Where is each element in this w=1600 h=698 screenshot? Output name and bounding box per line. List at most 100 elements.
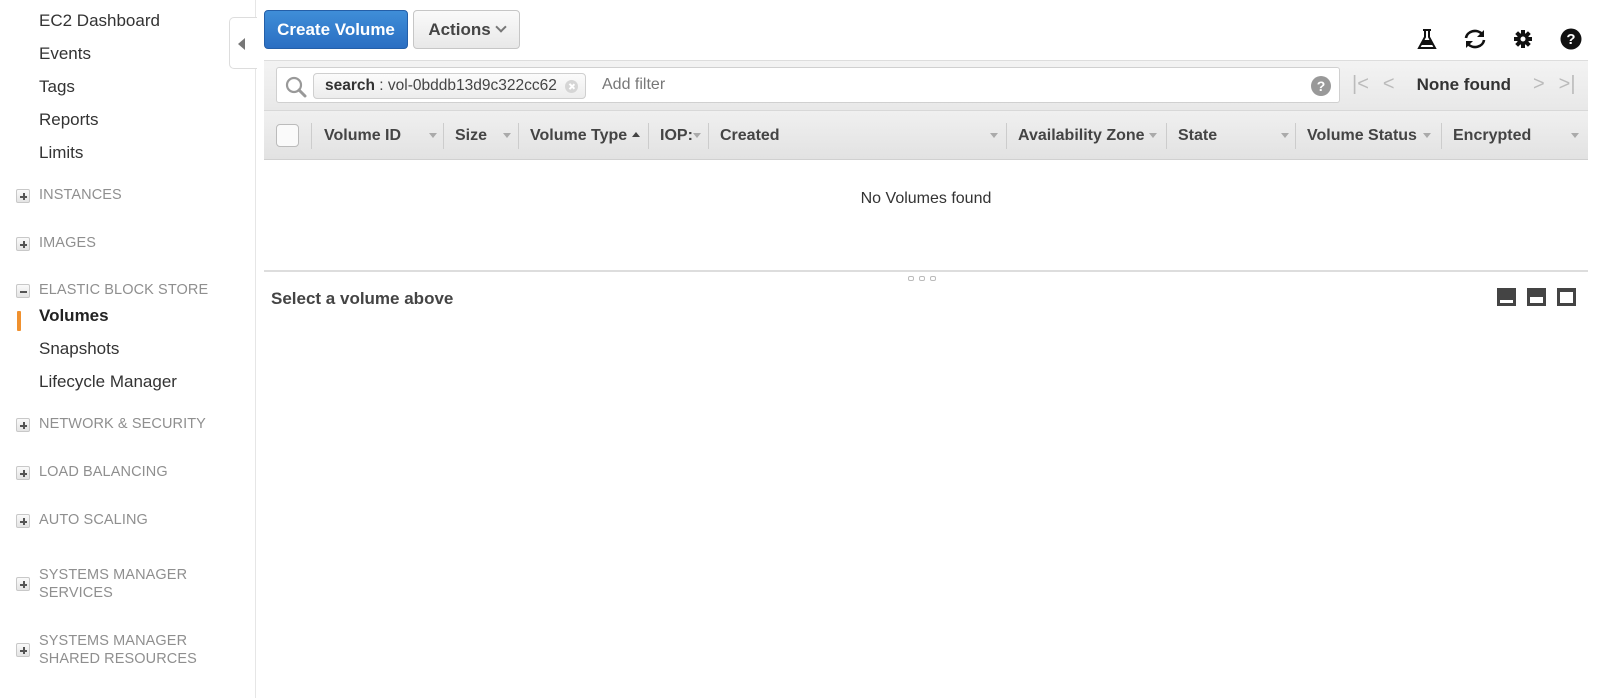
column-divider — [1441, 123, 1442, 149]
resize-handle[interactable] — [908, 276, 936, 281]
collapse-sidebar-button[interactable] — [229, 17, 257, 69]
column-encrypted[interactable]: Encrypted — [1441, 111, 1588, 161]
sort-icon — [429, 133, 437, 138]
active-indicator — [17, 311, 21, 331]
gear-icon[interactable] — [1510, 26, 1536, 52]
sort-icon — [693, 133, 701, 138]
sidebar-section-elastic-block-store[interactable]: ELASTIC BLOCK STORE — [16, 281, 208, 299]
section-label: NETWORK & SECURITY — [39, 416, 206, 432]
sidebar-item-ec2-dashboard[interactable]: EC2 Dashboard — [39, 11, 160, 31]
add-filter-input[interactable] — [602, 68, 1292, 102]
svg-text:?: ? — [1566, 31, 1575, 48]
pagination: |< < None found > >| — [1352, 73, 1576, 96]
expand-icon — [16, 466, 30, 480]
filter-help-icon[interactable]: ? — [1311, 76, 1331, 96]
column-volume-status[interactable]: Volume Status — [1295, 111, 1441, 161]
sidebar-section-load-balancing[interactable]: LOAD BALANCING — [16, 463, 168, 481]
chevron-down-icon — [495, 21, 507, 33]
expand-icon — [16, 189, 30, 203]
column-created[interactable]: Created — [708, 111, 1006, 161]
sidebar-section-systems-manager-services[interactable]: SYSTEMS MANAGER SERVICES — [16, 566, 216, 602]
column-divider — [648, 123, 649, 149]
column-label: Created — [720, 127, 780, 144]
expand-icon — [16, 577, 30, 591]
first-page-icon[interactable]: |< — [1352, 73, 1369, 96]
column-label: State — [1178, 127, 1218, 144]
sort-icon — [1571, 133, 1579, 138]
column-divider — [311, 123, 312, 149]
last-page-icon[interactable]: >| — [1559, 73, 1576, 96]
column-label: Encrypted — [1453, 127, 1532, 144]
column-divider — [518, 123, 519, 149]
flask-icon[interactable] — [1414, 26, 1440, 52]
refresh-icon[interactable] — [1462, 26, 1488, 52]
sort-icon — [1149, 133, 1157, 138]
select-all-checkbox[interactable] — [276, 124, 299, 147]
column-label: Volume Type — [530, 127, 628, 144]
column-label: Availability Zone — [1018, 127, 1145, 144]
sort-ascending-icon — [632, 132, 640, 137]
toolbar-icons: ? — [1414, 26, 1584, 52]
sort-icon — [1423, 133, 1431, 138]
column-divider — [1006, 123, 1007, 149]
sort-icon — [503, 133, 511, 138]
column-divider — [443, 123, 444, 149]
sort-icon — [990, 133, 998, 138]
section-label: ELASTIC BLOCK STORE — [39, 282, 209, 298]
collapse-icon — [16, 284, 30, 298]
section-label: LOAD BALANCING — [39, 464, 168, 480]
sort-icon — [1281, 133, 1289, 138]
sidebar-section-auto-scaling[interactable]: AUTO SCALING — [16, 511, 148, 529]
sidebar-item-events[interactable]: Events — [39, 44, 91, 64]
sidebar-item-tags[interactable]: Tags — [39, 77, 75, 97]
search-filter-token[interactable]: search : vol-0bddb13d9c322cc62 — [313, 73, 586, 99]
table-header: Volume ID Size Volume Type IOP: Created … — [264, 110, 1588, 160]
sidebar-section-images[interactable]: IMAGES — [16, 234, 96, 252]
sidebar-item-reports[interactable]: Reports — [39, 110, 99, 130]
column-state[interactable]: State — [1166, 111, 1295, 161]
expand-icon — [16, 643, 30, 657]
token-key: search — [325, 77, 375, 94]
sidebar-section-instances[interactable]: INSTANCES — [16, 186, 122, 204]
expand-icon — [16, 237, 30, 251]
column-volume-type[interactable]: Volume Type — [518, 111, 648, 161]
column-divider — [1166, 123, 1167, 149]
section-label: SYSTEMS MANAGER SHARED RESOURCES — [39, 633, 197, 667]
token-separator: : — [374, 77, 388, 94]
column-size[interactable]: Size — [443, 111, 518, 161]
section-label: IMAGES — [39, 235, 96, 251]
next-page-icon[interactable]: > — [1533, 73, 1545, 96]
column-divider — [1295, 123, 1296, 149]
column-label: Size — [455, 127, 488, 144]
actions-button[interactable]: Actions — [413, 10, 520, 49]
create-volume-button[interactable]: Create Volume — [264, 10, 408, 49]
sidebar-item-snapshots[interactable]: Snapshots — [39, 339, 119, 359]
empty-table-message: No Volumes found — [264, 160, 1588, 272]
column-availability-zone[interactable]: Availability Zone — [1006, 111, 1166, 161]
help-icon[interactable]: ? — [1558, 26, 1584, 52]
pane-layout-controls — [1497, 288, 1576, 306]
sidebar: EC2 Dashboard Events Tags Reports Limits… — [0, 0, 256, 698]
section-label: SYSTEMS MANAGER SERVICES — [39, 567, 188, 601]
sidebar-item-volumes[interactable]: Volumes — [39, 306, 109, 326]
column-label: Volume ID — [324, 127, 402, 144]
sidebar-item-lifecycle-manager[interactable]: Lifecycle Manager — [39, 372, 177, 392]
search-box: search : vol-0bddb13d9c322cc62 ? — [276, 67, 1340, 103]
pagination-status: None found — [1416, 74, 1511, 94]
remove-token-icon[interactable] — [564, 80, 578, 93]
layout-small-pane-icon[interactable] — [1497, 288, 1516, 306]
layout-large-pane-icon[interactable] — [1557, 288, 1576, 306]
column-label: Volume Status — [1307, 127, 1417, 144]
layout-medium-pane-icon[interactable] — [1527, 288, 1546, 306]
actions-label: Actions — [428, 19, 491, 39]
column-label: IOP: — [660, 127, 693, 144]
sidebar-section-network-security[interactable]: NETWORK & SECURITY — [16, 415, 206, 433]
column-volume-id[interactable]: Volume ID — [311, 111, 443, 161]
prev-page-icon[interactable]: < — [1383, 73, 1395, 96]
expand-icon — [16, 418, 30, 432]
expand-icon — [16, 514, 30, 528]
sidebar-item-limits[interactable]: Limits — [39, 143, 83, 163]
filter-bar: search : vol-0bddb13d9c322cc62 ? |< < No… — [264, 60, 1588, 110]
sidebar-section-systems-manager-shared-resources[interactable]: SYSTEMS MANAGER SHARED RESOURCES — [16, 632, 216, 668]
column-iops[interactable]: IOP: — [648, 111, 708, 161]
